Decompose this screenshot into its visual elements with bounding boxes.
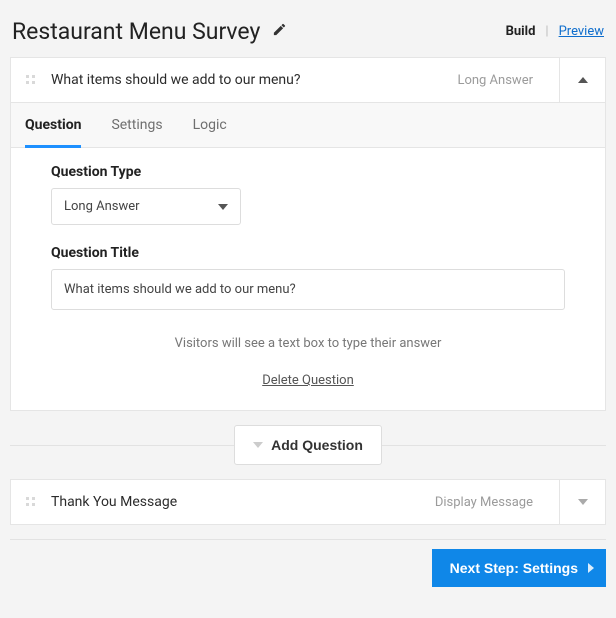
next-step-label: Next Step: Settings [450, 560, 578, 576]
collapse-toggle[interactable] [559, 58, 605, 102]
question-panel-header[interactable]: What items should we add to our menu? Lo… [11, 58, 559, 102]
tab-settings[interactable]: Settings [111, 103, 162, 147]
tab-question[interactable]: Question [25, 103, 81, 147]
page-title: Restaurant Menu Survey [12, 18, 260, 45]
question-title-field-label: Question Title [51, 245, 565, 261]
thankyou-panel-title: Thank You Message [51, 494, 177, 510]
tab-logic[interactable]: Logic [193, 103, 227, 147]
preview-link[interactable]: Preview [559, 24, 604, 39]
caret-up-icon [578, 77, 588, 83]
delete-question-link[interactable]: Delete Question [51, 373, 565, 388]
expand-toggle[interactable] [559, 480, 605, 524]
add-question-row: Add Question [10, 425, 606, 465]
add-question-label: Add Question [271, 437, 363, 453]
question-hint-text: Visitors will see a text box to type the… [51, 336, 565, 351]
caret-down-icon [578, 499, 588, 505]
next-step-button[interactable]: Next Step: Settings [432, 549, 606, 587]
vertical-divider: | [545, 24, 548, 39]
chevron-right-icon [588, 563, 594, 573]
question-panel-title: What items should we add to our menu? [51, 72, 300, 88]
question-type-value: Long Answer [64, 199, 140, 214]
drag-handle-icon[interactable] [25, 496, 37, 508]
question-panel: What items should we add to our menu? Lo… [10, 57, 606, 411]
add-caret-icon [253, 442, 263, 448]
thankyou-panel-header[interactable]: Thank You Message Display Message [11, 480, 559, 524]
thankyou-type-label: Display Message [435, 495, 545, 510]
add-question-button[interactable]: Add Question [234, 425, 382, 465]
question-type-field-label: Question Type [51, 164, 565, 180]
question-type-select[interactable]: Long Answer [51, 188, 241, 225]
drag-handle-icon[interactable] [25, 74, 37, 86]
editor-tabs: Question Settings Logic [11, 103, 605, 148]
thankyou-panel: Thank You Message Display Message [10, 479, 606, 525]
question-type-label: Long Answer [457, 73, 545, 88]
caret-down-icon [218, 204, 228, 210]
build-tab-link[interactable]: Build [506, 24, 536, 39]
edit-title-icon[interactable] [272, 22, 287, 41]
question-title-input[interactable]: What items should we add to our menu? [51, 269, 565, 310]
